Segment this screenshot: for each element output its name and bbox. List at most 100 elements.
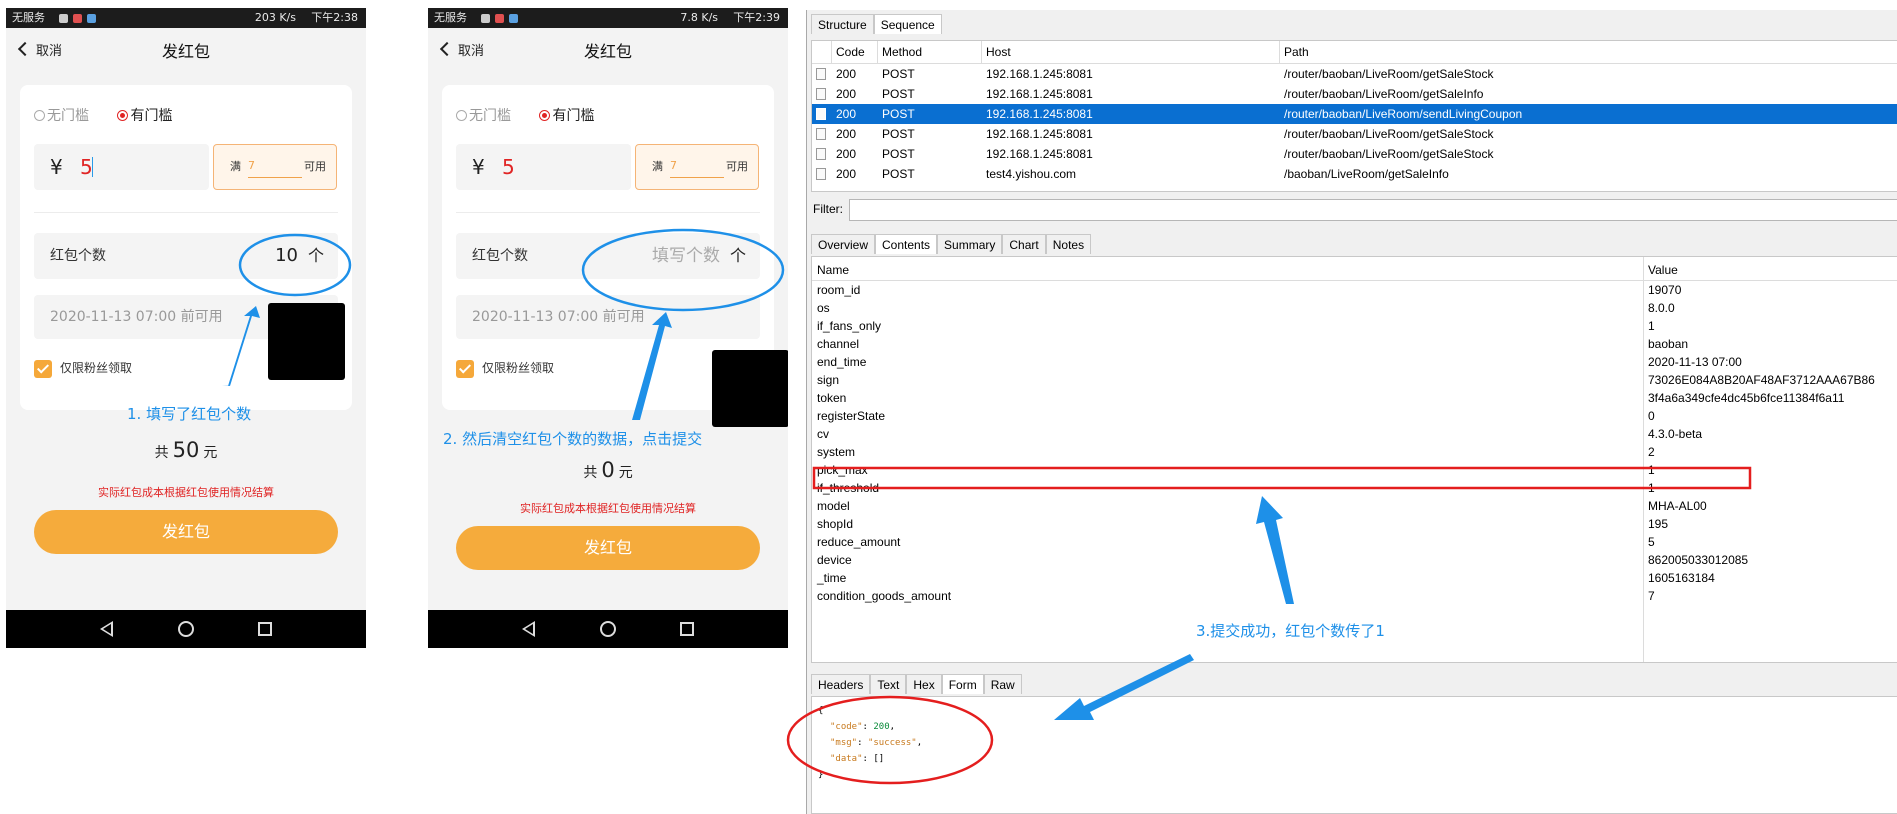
radio-has-threshold[interactable]: 有门槛 (539, 105, 594, 125)
threshold-input[interactable]: 满 7 可用 (213, 144, 337, 190)
table-row[interactable]: 200 POST 192.168.1.245:8081/router/baoban/… (812, 64, 1897, 84)
tab-summary[interactable]: Summary (937, 234, 1003, 254)
param-name: registerState (817, 409, 886, 423)
param-value: 0 (1648, 409, 1655, 423)
param-name: os (817, 301, 830, 315)
table-body: 200 POST 192.168.1.245:8081/router/baoban/… (812, 64, 1897, 184)
table-row[interactable]: if_threshold 1 (812, 479, 1897, 497)
json-value: 200 (873, 722, 890, 732)
threshold-suffix: 可用 (726, 160, 748, 173)
carrier-label: 无服务 (12, 11, 45, 24)
count-unit: 个 (307, 246, 324, 265)
radio-no-threshold[interactable]: 无门槛 (456, 105, 511, 125)
tab-notes[interactable]: Notes (1045, 234, 1092, 254)
table-row[interactable]: 200 POST 192.168.1.245:8081/router/baoban/… (812, 144, 1897, 164)
amount-input[interactable]: ¥ 5 (456, 144, 631, 190)
home-nav-icon[interactable] (600, 621, 616, 637)
tab-headers[interactable]: Headers (811, 674, 871, 694)
table-row[interactable]: 200 POST 192.168.1.245:8081/router/baoban/… (812, 84, 1897, 104)
param-name: end_time (817, 355, 867, 369)
amount-value: 5 (502, 155, 515, 179)
table-row[interactable]: os 8.0.0 (812, 299, 1897, 317)
table-row[interactable]: cv 4.3.0-beta (812, 425, 1897, 443)
amount-input[interactable]: ¥ 5 (34, 144, 209, 190)
radio-dot-icon (456, 110, 467, 121)
column-header-path[interactable]: Path (1280, 41, 1897, 64)
threshold-input[interactable]: 满 7 可用 (635, 144, 759, 190)
table-row[interactable]: 200 POST 192.168.1.245:8081/router/baoban/… (812, 124, 1897, 144)
tab-structure[interactable]: Structure (811, 14, 874, 34)
param-value: 195 (1648, 517, 1669, 531)
column-header-host[interactable]: Host (982, 41, 1280, 64)
tab-sequence[interactable]: Sequence (873, 14, 942, 34)
param-value: MHA-AL00 (1648, 499, 1707, 513)
send-coupon-button[interactable]: 发红包 (456, 526, 760, 570)
table-row[interactable]: _time 1605163184 (812, 569, 1897, 587)
table-row[interactable]: pick_max 1 (812, 461, 1897, 479)
column-header-method[interactable]: Method (878, 41, 982, 64)
json-open-brace: { (818, 706, 824, 716)
fans-only-checkbox[interactable]: 仅限粉丝领取 (456, 359, 554, 378)
tab-hex[interactable]: Hex (906, 674, 942, 694)
usb-icon (481, 14, 490, 23)
app-notification-icon (87, 14, 96, 23)
table-row[interactable]: registerState 0 (812, 407, 1897, 425)
fans-only-checkbox[interactable]: 仅限粉丝领取 (34, 359, 132, 378)
tab-form[interactable]: Form (941, 674, 984, 694)
threshold-prefix: 满 (652, 160, 663, 173)
cell-code: 200 (836, 127, 857, 141)
android-nav-bar (428, 610, 788, 648)
column-header-name[interactable]: Name (812, 257, 849, 283)
form-params-table: Name Value room_id 19070 os 8.0.0 if_fans_on… (811, 256, 1897, 663)
tab-chart[interactable]: Chart (1002, 234, 1046, 254)
tab-contents[interactable]: Contents (875, 234, 938, 254)
count-input[interactable]: 红包个数 填写个数 个 (456, 233, 760, 279)
table-row[interactable]: token 3f4a6a349cfe4dc45b6fce11384f6a11 (812, 389, 1897, 407)
filter-input[interactable] (849, 199, 1897, 221)
param-name: room_id (817, 283, 861, 297)
threshold-value: 7 (670, 154, 724, 178)
table-row[interactable]: device 862005033012085 (812, 551, 1897, 569)
column-header-code[interactable]: Code (832, 41, 878, 64)
response-body[interactable]: { "code": 200, "msg": "success", "data":… (811, 696, 1897, 814)
param-value: 19070 (1648, 283, 1682, 297)
table-row[interactable]: if_fans_only 1 (812, 317, 1897, 335)
coupon-form-card: 无门槛 有门槛 ¥ 5 满 7 可用 红包个数 10 个 2020-11-13 … (20, 85, 352, 410)
table-row[interactable]: end_time 2020-11-13 07:00 (812, 353, 1897, 371)
tab-overview[interactable]: Overview (811, 234, 876, 254)
table-row[interactable]: 200 POST test4.yishou.com/baoban/LiveRoom/… (812, 164, 1897, 184)
param-name: token (817, 391, 847, 405)
home-nav-icon[interactable] (178, 621, 194, 637)
recents-nav-icon[interactable] (680, 622, 694, 636)
table-row[interactable]: 200 POST 192.168.1.245:8081/router/baoban/… (812, 104, 1897, 124)
cell-code: 200 (836, 167, 857, 181)
table-row[interactable]: condition_goods_amount 7 (812, 587, 1897, 605)
param-name: channel (817, 337, 860, 351)
annotation-step-2: 2. 然后清空红包个数的数据，点击提交 (443, 430, 703, 448)
table-row[interactable]: shopId 195 (812, 515, 1897, 533)
cell-path: /router/baoban/LiveRoom/getSaleStock (1284, 147, 1494, 161)
total-value: 0 (601, 458, 615, 482)
expiry-date-field[interactable]: 2020-11-13 07:00 前可用 (456, 295, 760, 339)
count-input[interactable]: 红包个数 10 个 (34, 233, 338, 279)
threshold-prefix: 满 (230, 160, 241, 173)
table-row[interactable]: reduce_amount 5 (812, 533, 1897, 551)
table-row[interactable]: room_id 19070 (812, 281, 1897, 299)
tab-raw[interactable]: Raw (983, 674, 1022, 694)
send-coupon-button[interactable]: 发红包 (34, 510, 338, 554)
recents-nav-icon[interactable] (258, 622, 272, 636)
column-header-value[interactable]: Value (1643, 257, 1678, 283)
table-header: Name Value (812, 257, 1897, 281)
radio-no-threshold[interactable]: 无门槛 (34, 105, 89, 125)
json-line-msg: "msg": "success", (830, 738, 923, 748)
table-row[interactable]: model MHA-AL00 (812, 497, 1897, 515)
total-amount: 共 50 元 (6, 438, 366, 462)
back-nav-icon[interactable] (522, 621, 535, 637)
radio-has-threshold[interactable]: 有门槛 (117, 105, 172, 125)
table-row[interactable]: channel baoban (812, 335, 1897, 353)
tab-text[interactable]: Text (870, 674, 907, 694)
table-row[interactable]: sign 73026E084A8B20AF48AF3712AAA67B86 (812, 371, 1897, 389)
carrier-label: 无服务 (434, 11, 467, 24)
back-nav-icon[interactable] (100, 621, 113, 637)
table-row[interactable]: system 2 (812, 443, 1897, 461)
